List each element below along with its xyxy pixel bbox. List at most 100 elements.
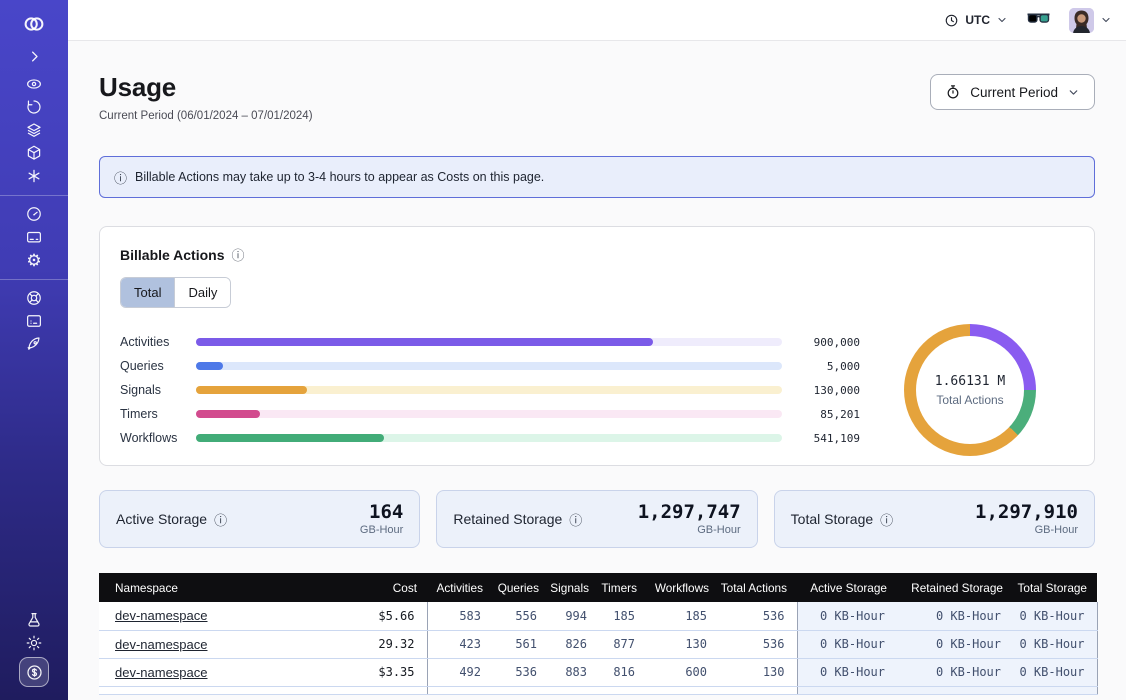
col-header-timers: Timers [599, 573, 647, 602]
table-row: dev-namespace 29.32 423 561 826 877 130 … [99, 630, 1097, 658]
asterisk-icon[interactable] [0, 165, 68, 187]
tab-total[interactable]: Total [121, 278, 174, 307]
stopwatch-icon [945, 84, 961, 100]
col-header-active-storage: Active Storage [797, 573, 897, 602]
namespace-link[interactable]: dev-namespace [115, 665, 208, 680]
info-banner: ⓘ Billable Actions may take up to 3-4 ho… [99, 156, 1095, 198]
cell-total-actions: 536 [719, 602, 797, 630]
bar-fill [196, 386, 307, 394]
cell-workflows: 130 [647, 630, 719, 658]
bar-track [196, 410, 782, 418]
title-row: Usage Current Period (06/01/2024 – 07/01… [99, 72, 1095, 122]
col-header-queries: Queries [493, 573, 549, 602]
cell-signals: 826 [549, 630, 599, 658]
bar-value: 541,109 [794, 432, 860, 445]
cell-signals: 883 [549, 658, 599, 686]
info-icon[interactable]: ⓘ [232, 245, 245, 264]
namespace-link[interactable]: dev-namespace [115, 637, 208, 652]
settings-gear-icon[interactable]: ⚙ [0, 249, 68, 271]
info-icon[interactable]: ⓘ [569, 510, 582, 529]
table-row: dev-namespace $5.66 583 556 994 185 185 … [99, 602, 1097, 630]
bar-track [196, 386, 782, 394]
cell-activities: 423 [427, 630, 493, 658]
storage-card-unit: GB-Hour [638, 524, 741, 536]
bar-label: Signals [120, 383, 196, 397]
cell-queries: 556 [493, 602, 549, 630]
rocket-icon[interactable] [0, 333, 68, 355]
billing-card-icon[interactable] [0, 226, 68, 248]
usage-dollar-icon[interactable] [19, 657, 49, 687]
storage-card-label-text: Active Storage [116, 511, 207, 527]
storage-card-label: Total Storage ⓘ [791, 510, 894, 529]
storage-card-label-text: Total Storage [791, 511, 874, 527]
total-storage-card: Total Storage ⓘ 1,297,910 GB-Hour [774, 490, 1095, 548]
bar-value: 85,201 [794, 408, 860, 421]
col-header-workflows: Workflows [647, 573, 719, 602]
chevron-down-icon [1067, 86, 1080, 99]
sunglasses-icon[interactable] [1027, 13, 1050, 27]
timezone-selector[interactable]: UTC [944, 13, 1008, 28]
cube-icon[interactable] [0, 142, 68, 164]
theme-sun-icon[interactable] [0, 632, 68, 654]
period-selector-button[interactable]: Current Period [930, 74, 1095, 110]
cell-cost: $3.35 [339, 658, 427, 686]
terminal-icon[interactable] [0, 310, 68, 332]
layers-icon[interactable] [0, 119, 68, 141]
bar-row-timers: Timers 85,201 [120, 402, 860, 426]
account-menu[interactable] [1069, 8, 1112, 33]
cell-retained-storage: 0 KB-Hour [897, 602, 1013, 630]
col-header-activities: Activities [427, 573, 493, 602]
bar-row-queries: Queries 5,000 [120, 354, 860, 378]
total-actions-value: 1.66131 M [935, 374, 1005, 389]
main-content: Usage Current Period (06/01/2024 – 07/01… [68, 41, 1126, 700]
namespace-link[interactable]: dev-namespace [115, 608, 208, 623]
storage-card-label: Active Storage ⓘ [116, 510, 227, 529]
tab-daily[interactable]: Daily [174, 278, 230, 307]
info-banner-text: Billable Actions may take up to 3-4 hour… [135, 170, 544, 184]
bar-fill [196, 434, 384, 442]
bar-track [196, 434, 782, 442]
chevron-down-icon [1100, 14, 1112, 26]
total-actions-label: Total Actions [936, 393, 1003, 407]
bar-chart: Activities 900,000 Queries 5,000 Signals… [120, 330, 866, 450]
billable-actions-card: Billable Actions ⓘ Total Daily Activitie… [99, 226, 1095, 466]
storage-card-label: Retained Storage ⓘ [453, 510, 582, 529]
info-icon[interactable]: ⓘ [880, 510, 893, 529]
namespace-usage-table: Namespace Cost Activities Queries Signal… [99, 573, 1098, 695]
donut-center: 1.66131 M Total Actions [916, 336, 1024, 444]
sidebar: ⚙ [0, 0, 68, 700]
info-icon[interactable]: ⓘ [214, 510, 227, 529]
eye-icon[interactable] [0, 73, 68, 95]
cell-cost: 29.32 [339, 630, 427, 658]
storage-card-label-text: Retained Storage [453, 511, 562, 527]
cell-retained-storage: 0 KB-Hour [897, 658, 1013, 686]
sidebar-expand-chevron-icon[interactable] [0, 45, 68, 67]
cell-queries: 536 [493, 658, 549, 686]
bar-fill [196, 362, 223, 370]
cell-activities: 583 [427, 602, 493, 630]
info-icon: ⓘ [114, 168, 127, 187]
cell-timers: 185 [599, 602, 647, 630]
cell-total-storage: 0 KB-Hour [1013, 602, 1097, 630]
billable-actions-title-text: Billable Actions [120, 247, 225, 263]
billable-actions-chart: Activities 900,000 Queries 5,000 Signals… [120, 324, 1074, 456]
bar-value: 130,000 [794, 384, 860, 397]
timezone-label: UTC [965, 13, 990, 27]
storage-card-unit: GB-Hour [975, 524, 1078, 536]
table-row-partial [99, 686, 1097, 694]
gauge-icon[interactable] [0, 203, 68, 225]
history-clock-icon[interactable] [0, 96, 68, 118]
bar-row-activities: Activities 900,000 [120, 330, 860, 354]
temporal-logo-icon[interactable] [22, 11, 46, 37]
table-header-row: Namespace Cost Activities Queries Signal… [99, 573, 1097, 602]
support-lifebuoy-icon[interactable] [0, 287, 68, 309]
avatar [1069, 8, 1094, 33]
period-selector-label: Current Period [970, 85, 1058, 100]
cell-total-actions: 536 [719, 630, 797, 658]
lab-flask-icon[interactable] [0, 609, 68, 631]
storage-cards-row: Active Storage ⓘ 164 GB-Hour Retained St… [99, 490, 1095, 548]
col-header-cost: Cost [339, 573, 427, 602]
storage-card-value: 164 [360, 502, 403, 524]
cell-retained-storage: 0 KB-Hour [897, 630, 1013, 658]
cell-timers: 816 [599, 658, 647, 686]
